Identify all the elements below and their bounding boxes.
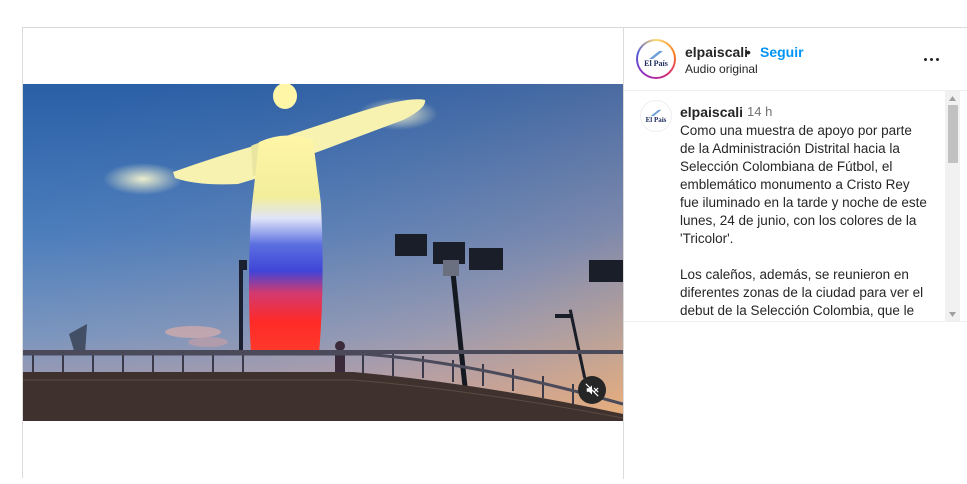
caption-scrollbar[interactable] bbox=[945, 91, 960, 321]
audio-label[interactable]: Audio original bbox=[685, 62, 758, 76]
separator-dot: • bbox=[746, 44, 751, 60]
more-options-icon[interactable] bbox=[920, 48, 942, 70]
caption-avatar[interactable]: El País bbox=[640, 100, 672, 132]
post-modal: El País elpaiscali • Seguir Audio origin… bbox=[22, 27, 967, 479]
video-player[interactable] bbox=[23, 84, 623, 421]
mute-toggle-button[interactable] bbox=[578, 376, 606, 404]
post-media bbox=[23, 28, 623, 479]
video-frame-cristo-rey bbox=[23, 84, 623, 421]
scroll-up-arrow-icon[interactable] bbox=[945, 91, 960, 105]
follow-button[interactable]: Seguir bbox=[760, 44, 804, 60]
caption-timestamp[interactable]: 14 h bbox=[747, 104, 772, 119]
caption-username[interactable]: elpaiscali bbox=[680, 104, 743, 120]
author-username[interactable]: elpaiscali bbox=[685, 44, 748, 60]
author-avatar[interactable]: El País bbox=[636, 39, 676, 79]
volume-muted-icon bbox=[585, 383, 599, 397]
post-actions-area bbox=[624, 321, 967, 479]
post-header: El País elpaiscali • Seguir Audio origin… bbox=[624, 28, 967, 91]
scroll-down-arrow-icon[interactable] bbox=[945, 307, 960, 321]
el-pais-logo: El País bbox=[638, 41, 674, 77]
post-side-panel: El País elpaiscali • Seguir Audio origin… bbox=[623, 28, 967, 479]
caption-area: El País elpaiscali 14 h Como una muestra… bbox=[624, 91, 967, 321]
scrollbar-thumb[interactable] bbox=[948, 105, 958, 163]
caption-text: Como una muestra de apoyo por parte de l… bbox=[680, 123, 927, 318]
